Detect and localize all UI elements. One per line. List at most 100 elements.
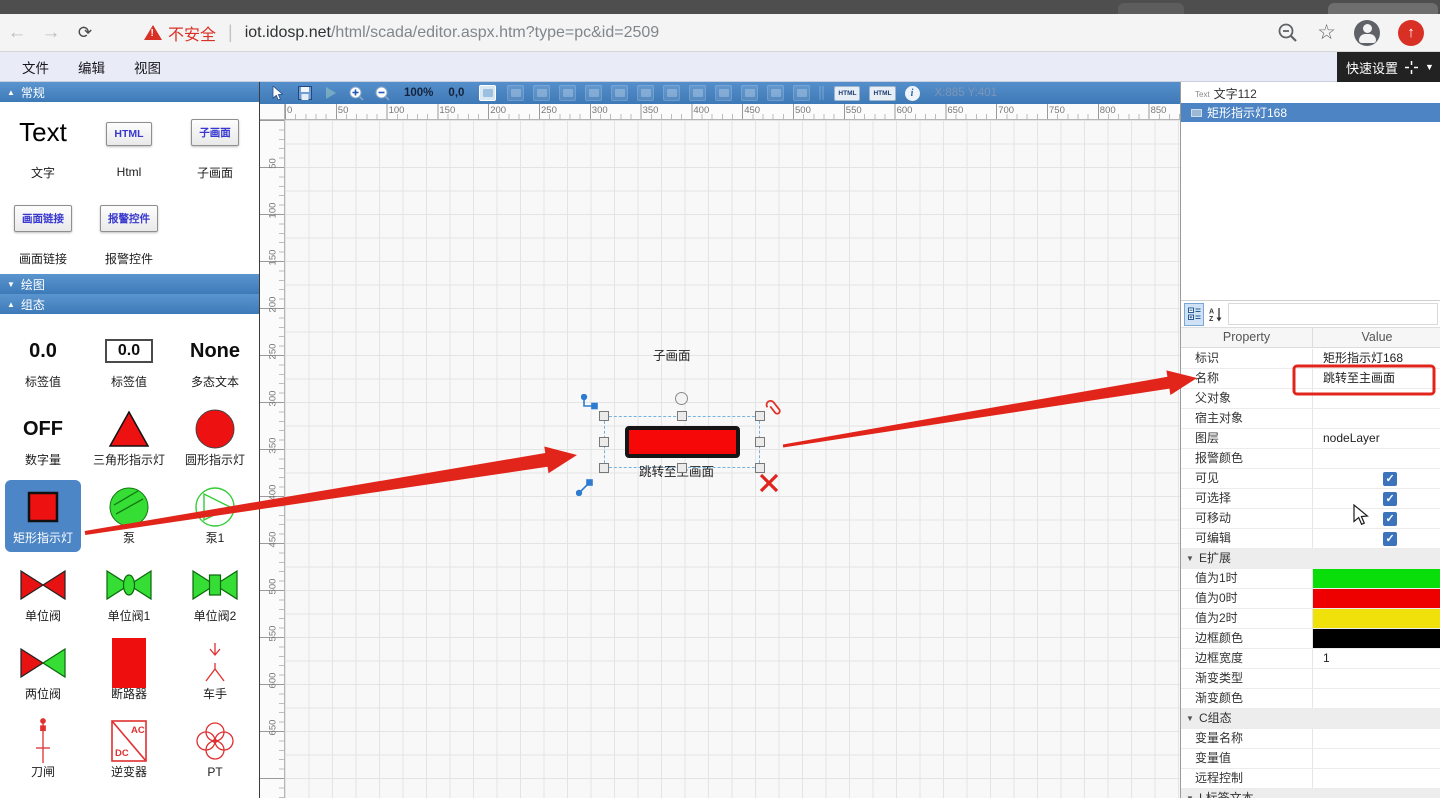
palette-item-子画面[interactable]: 子画面子画面 xyxy=(172,102,258,188)
tree-item-矩形指示灯168[interactable]: 矩形指示灯168 xyxy=(1181,103,1440,122)
component-泵1[interactable]: 泵1 xyxy=(172,480,258,558)
section-header-components[interactable]: ▲组态 xyxy=(0,294,259,314)
browser-profile-avatar[interactable] xyxy=(1354,20,1380,46)
zoom-in-icon[interactable] xyxy=(348,85,365,101)
component-两位阀[interactable]: 两位阀 xyxy=(0,636,86,714)
color-swatch[interactable] xyxy=(1313,629,1440,648)
component-单位阀2[interactable]: 单位阀2 xyxy=(172,558,258,636)
component-数字量[interactable]: OFF数字量 xyxy=(0,402,86,480)
browser-tab[interactable] xyxy=(1118,3,1184,14)
color-swatch[interactable] xyxy=(1313,609,1440,628)
zoom-out-page-icon[interactable] xyxy=(1277,22,1299,44)
resize-handle-e[interactable] xyxy=(755,437,765,447)
section-header-general[interactable]: ▲常规 xyxy=(0,82,259,102)
checkbox-checked-icon[interactable] xyxy=(1383,472,1397,486)
component-多态文本[interactable]: None多态文本 xyxy=(172,324,258,402)
html-export-button[interactable]: HTML xyxy=(834,86,860,101)
delete-element-icon[interactable] xyxy=(758,472,780,494)
select-tool-icon[interactable] xyxy=(270,85,287,101)
menu-item-2[interactable]: 视图 xyxy=(134,57,168,77)
attach-link-icon[interactable] xyxy=(763,396,783,420)
dropdown-caret-icon[interactable]: ▼ xyxy=(1425,62,1434,72)
property-value[interactable] xyxy=(1313,449,1440,468)
property-value[interactable] xyxy=(1313,729,1440,748)
design-canvas[interactable]: 子画面 跳转至上画面 xyxy=(285,120,1180,798)
html-preview-button[interactable]: HTML xyxy=(869,86,895,101)
component-逆变器[interactable]: ACDC逆变器 xyxy=(86,714,172,792)
property-value[interactable]: 1 xyxy=(1313,649,1440,668)
align-right-icon[interactable] xyxy=(611,85,628,101)
info-icon[interactable]: i xyxy=(905,86,920,101)
refresh-icon[interactable]: ⟳ xyxy=(68,23,102,43)
align-bottom-icon[interactable] xyxy=(689,85,706,101)
connector-branch-icon[interactable] xyxy=(581,394,599,412)
menu-item-0[interactable]: 文件 xyxy=(22,57,56,77)
component-单位阀[interactable]: 单位阀 xyxy=(0,558,86,636)
connector-link-icon[interactable] xyxy=(576,478,594,496)
property-value[interactable] xyxy=(1313,629,1440,648)
palette-item-画面链接[interactable]: 画面链接画面链接 xyxy=(0,188,86,274)
component-泵[interactable]: 泵 xyxy=(86,480,172,558)
url-field[interactable]: iot.idosp.net/html/scada/editor.aspx.htm… xyxy=(245,24,659,42)
menu-item-1[interactable]: 编辑 xyxy=(78,57,112,77)
property-value[interactable] xyxy=(1313,409,1440,428)
property-value[interactable] xyxy=(1313,469,1440,488)
tree-item-文字112[interactable]: Text文字112 xyxy=(1181,84,1440,103)
back-icon[interactable]: ← xyxy=(0,22,34,44)
align-middle-icon[interactable] xyxy=(663,85,680,101)
group-icon[interactable] xyxy=(507,85,524,101)
sort-alphabetical-icon[interactable]: AZ xyxy=(1206,303,1226,326)
browser-tab[interactable] xyxy=(1328,3,1438,14)
bookmark-star-icon[interactable]: ☆ xyxy=(1317,23,1336,43)
quick-settings-button[interactable]: 快速设置 ▼ xyxy=(1337,52,1440,82)
checkbox-checked-icon[interactable] xyxy=(1383,532,1397,546)
section-header-drawing[interactable]: ▼绘图 xyxy=(0,274,259,294)
rotate-handle[interactable] xyxy=(675,392,688,405)
categorized-view-icon[interactable] xyxy=(1184,303,1204,326)
property-value[interactable] xyxy=(1313,609,1440,628)
component-断路器[interactable]: 断路器 xyxy=(86,636,172,714)
color-swatch[interactable] xyxy=(1313,589,1440,608)
resize-handle-n[interactable] xyxy=(677,411,687,421)
forward-icon[interactable]: → xyxy=(34,22,68,44)
property-value[interactable] xyxy=(1313,569,1440,588)
align-left-icon[interactable] xyxy=(559,85,576,101)
resize-handle-w[interactable] xyxy=(599,437,609,447)
ungroup-icon[interactable] xyxy=(533,85,550,101)
property-value[interactable] xyxy=(1313,489,1440,508)
property-value[interactable] xyxy=(1313,529,1440,548)
resize-handle-nw[interactable] xyxy=(599,411,609,421)
property-value[interactable]: 矩形指示灯168 xyxy=(1313,349,1440,368)
component-单位阀1[interactable]: 单位阀1 xyxy=(86,558,172,636)
resize-handle-s[interactable] xyxy=(677,463,687,473)
property-value[interactable] xyxy=(1313,509,1440,528)
resize-handle-sw[interactable] xyxy=(599,463,609,473)
property-value[interactable] xyxy=(1313,769,1440,788)
same-width-icon[interactable] xyxy=(715,85,732,101)
component-车手[interactable]: 车手 xyxy=(172,636,258,714)
component-标签值[interactable]: 0.0标签值 xyxy=(0,324,86,402)
canvas-settings-icon[interactable] xyxy=(479,85,496,101)
property-value[interactable] xyxy=(1313,689,1440,708)
color-swatch[interactable] xyxy=(1313,569,1440,588)
same-size-icon[interactable] xyxy=(767,85,784,101)
align-top-icon[interactable] xyxy=(637,85,654,101)
component-圆形指示灯[interactable]: 圆形指示灯 xyxy=(172,402,258,480)
component-刀闸[interactable]: 刀闸 xyxy=(0,714,86,792)
component-三角形指示灯[interactable]: 三角形指示灯 xyxy=(86,402,172,480)
align-center-h-icon[interactable] xyxy=(585,85,602,101)
security-warning[interactable]: 不安全 xyxy=(144,21,216,45)
same-height-icon[interactable] xyxy=(741,85,758,101)
property-filter-field[interactable] xyxy=(1228,303,1438,325)
component-标签值[interactable]: 0.0标签值 xyxy=(86,324,172,402)
canvas-element-subscreen-label[interactable]: 子画面 xyxy=(653,345,691,364)
property-group-label[interactable]: L标签文本 xyxy=(1181,789,1440,798)
save-icon[interactable] xyxy=(296,85,313,101)
property-group-label[interactable]: C组态 xyxy=(1181,709,1440,728)
component-PT[interactable]: PT xyxy=(172,714,258,792)
checkbox-checked-icon[interactable] xyxy=(1383,492,1397,506)
property-value[interactable] xyxy=(1313,749,1440,768)
run-icon[interactable] xyxy=(322,85,339,101)
palette-item-Html[interactable]: HTMLHtml xyxy=(86,102,172,188)
property-group-label[interactable]: E扩展 xyxy=(1181,549,1440,568)
